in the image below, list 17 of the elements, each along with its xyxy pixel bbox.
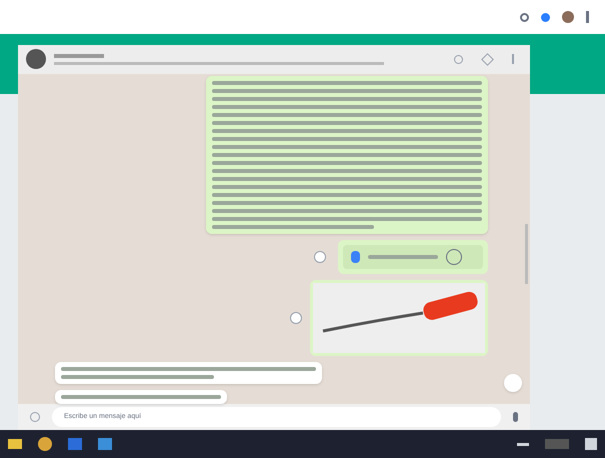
blurred-contact-name bbox=[54, 54, 104, 58]
search-icon[interactable] bbox=[454, 54, 463, 64]
document-bubble[interactable] bbox=[338, 240, 488, 274]
search-icon[interactable] bbox=[520, 12, 529, 22]
scrollbar[interactable] bbox=[525, 224, 528, 284]
tray-icon bbox=[517, 442, 529, 446]
microphone-icon[interactable] bbox=[513, 412, 518, 422]
download-icon[interactable] bbox=[446, 248, 462, 265]
blurred-text-lines bbox=[368, 254, 438, 259]
blurred-clock bbox=[545, 439, 569, 449]
avatar-icon[interactable] bbox=[562, 11, 574, 23]
document-icon bbox=[351, 250, 360, 263]
avatar-icon[interactable] bbox=[26, 49, 46, 70]
extension-icon[interactable] bbox=[541, 12, 550, 22]
scroll-down-button[interactable] bbox=[504, 374, 522, 392]
emoji-icon[interactable] bbox=[30, 412, 40, 422]
browser-icon[interactable] bbox=[38, 437, 52, 451]
